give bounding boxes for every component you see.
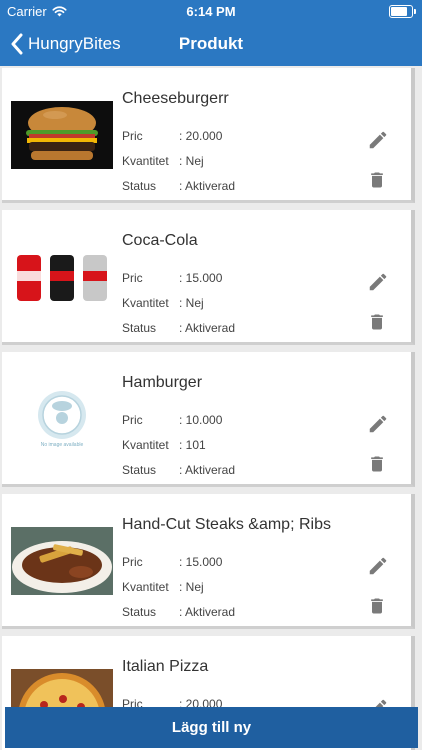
add-new-button[interactable]: Lägg till ny: [5, 707, 418, 748]
product-name: Hamburger: [122, 374, 203, 391]
price-label: Pric: [122, 555, 143, 569]
pencil-icon: [369, 415, 387, 433]
trash-icon: [371, 314, 383, 330]
price-row: Pric : 15.000: [122, 555, 222, 569]
chevron-left-icon: [11, 33, 23, 55]
product-card[interactable]: Hand-Cut Steaks &amp; Ribs Pric: 15.000 …: [2, 494, 415, 629]
quantity-row: Kvantitet : 101: [122, 438, 206, 452]
price-value: : 10.000: [179, 413, 223, 427]
status-label: Status: [122, 321, 157, 335]
product-image: No image available: [11, 385, 113, 453]
product-image: [11, 101, 113, 169]
pencil-icon: [369, 557, 387, 575]
quantity-value: : 101: [179, 438, 206, 452]
status-row: Status : Aktiverad: [122, 605, 235, 619]
quantity-value: : Nej: [179, 296, 204, 310]
edit-button[interactable]: [367, 271, 389, 293]
product-name: Italian Pizza: [122, 658, 209, 675]
price-value: : 15.000: [179, 271, 223, 285]
product-name: Coca-Cola: [122, 232, 198, 249]
product-name: Hand-Cut Steaks &amp; Ribs: [122, 516, 331, 533]
price-label: Pric: [122, 129, 143, 143]
status-bar: Carrier 6:14 PM: [0, 0, 422, 22]
trash-icon: [371, 172, 383, 188]
product-name: Cheeseburgerr: [122, 90, 229, 107]
price-value: : 15.000: [179, 555, 223, 569]
quantity-label: Kvantitet: [122, 580, 169, 594]
price-label: Pric: [122, 413, 143, 427]
pencil-icon: [369, 273, 387, 291]
delete-button[interactable]: [367, 311, 387, 333]
product-card[interactable]: Coca-Cola Pric : 15.000 Kvantitet : Nej St…: [2, 210, 415, 345]
no-image-caption: No image available: [40, 442, 84, 448]
product-image: [11, 243, 113, 311]
status-label: Status: [122, 179, 157, 193]
quantity-value: : Nej: [179, 154, 204, 168]
status-value: : Aktiverad: [179, 179, 236, 193]
status-label: Status: [122, 463, 157, 477]
delete-button[interactable]: [367, 595, 387, 617]
status-label: Status: [122, 605, 157, 619]
nav-bar: Produkt HungryBites: [0, 22, 422, 66]
status-row: Status : Aktiverad: [122, 179, 235, 193]
quantity-label: Kvantitet: [122, 438, 169, 452]
status-value: : Aktiverad: [179, 605, 236, 619]
edit-button[interactable]: [367, 413, 389, 435]
back-button[interactable]: HungryBites: [10, 22, 121, 66]
trash-icon: [371, 456, 383, 472]
price-value: : 20.000: [179, 129, 223, 143]
status-time: 6:14 PM: [186, 4, 236, 19]
quantity-row: Kvantitet : Nej: [122, 296, 204, 310]
product-list: Cheeseburgerr Pric : 20.000 Kvantitet : Ne…: [0, 66, 422, 750]
trash-icon: [371, 598, 383, 614]
quantity-row: Kvantitet : Nej: [122, 580, 204, 594]
price-row: Pric : 15.000: [122, 271, 222, 285]
delete-button[interactable]: [367, 169, 387, 191]
delete-button[interactable]: [367, 453, 387, 475]
product-image: [11, 527, 113, 595]
quantity-value: : Nej: [179, 580, 204, 594]
battery-icon: [389, 5, 416, 18]
back-label: HungryBites: [28, 34, 121, 53]
quantity-label: Kvantitet: [122, 296, 169, 310]
product-card[interactable]: Cheeseburgerr Pric : 20.000 Kvantitet : Ne…: [2, 68, 415, 203]
product-card[interactable]: No image available Hamburger Pric : 10.00…: [2, 352, 415, 487]
status-row: Status : Aktiverad: [122, 321, 235, 335]
status-value: : Aktiverad: [179, 321, 236, 335]
price-label: Pric: [122, 271, 143, 285]
pencil-icon: [369, 131, 387, 149]
status-row: Status : Aktiverad: [122, 463, 235, 477]
price-row: Pric : 10.000: [122, 413, 222, 427]
quantity-row: Kvantitet : Nej: [122, 154, 204, 168]
app-header: Carrier 6:14 PM Produkt HungryBites: [0, 0, 422, 66]
edit-button[interactable]: [367, 129, 389, 151]
status-value: : Aktiverad: [179, 463, 236, 477]
price-row: Pric : 20.000: [122, 129, 222, 143]
edit-button[interactable]: [367, 555, 389, 577]
quantity-label: Kvantitet: [122, 154, 169, 168]
